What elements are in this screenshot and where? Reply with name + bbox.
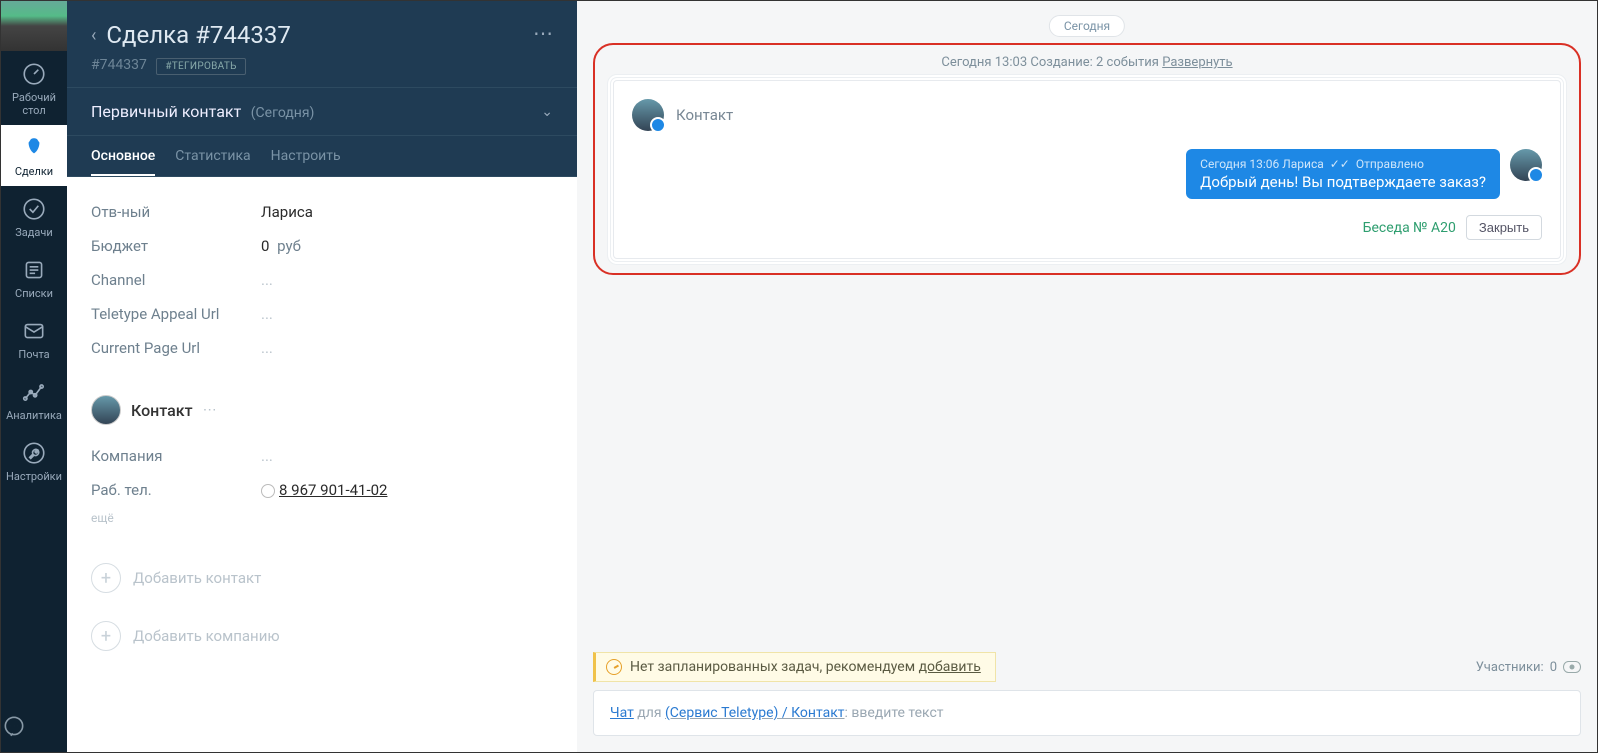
conversation-id[interactable]: Беседа № A20 — [1363, 220, 1456, 236]
composer-chat-link[interactable]: Чат — [610, 705, 634, 721]
nav-label: Настройки — [6, 470, 62, 483]
chat-bubble-icon — [1, 714, 27, 740]
close-button[interactable]: Закрыть — [1466, 215, 1542, 240]
nav-analytics[interactable]: Аналитика — [1, 369, 67, 430]
expand-link[interactable]: Развернуть — [1162, 55, 1232, 70]
participants[interactable]: Участники: 0 — [1476, 660, 1581, 675]
add-task-link[interactable]: добавить — [919, 659, 981, 675]
contact-name[interactable]: Контакт — [131, 401, 193, 420]
nav-label: Сделки — [15, 165, 53, 178]
deal-id: #744337 — [91, 57, 147, 73]
more-fields-link[interactable]: ещё — [91, 511, 553, 525]
nav-mail[interactable]: Почта — [1, 308, 67, 369]
nav-dashboard[interactable]: Рабочий стол — [1, 51, 67, 125]
nav-rail: Рабочий стол Сделки Задачи Списки Почта … — [1, 1, 67, 752]
chat-card: Контакт Сегодня 13:06 Лариса ✓✓ Отправле… — [613, 80, 1561, 259]
field-label-company: Компания — [91, 447, 261, 465]
message-composer[interactable]: Чат для (Сервис Teletype) / Контакт: вве… — [593, 690, 1581, 736]
wrench-icon — [21, 440, 47, 466]
chat-highlight-box: Сегодня 13:03 Создание: 2 события Развер… — [593, 43, 1581, 275]
nav-lists[interactable]: Списки — [1, 247, 67, 308]
outgoing-message: Сегодня 13:06 Лариса ✓✓ Отправлено Добры… — [1186, 149, 1500, 199]
field-label-teletype: Teletype Appeal Url — [91, 305, 261, 323]
message-text: Добрый день! Вы подтверждаете заказ? — [1200, 173, 1486, 191]
stage-label: Первичный контакт — [91, 102, 241, 121]
back-icon[interactable]: ‹ — [91, 25, 96, 46]
nav-label: Аналитика — [6, 409, 62, 422]
nav-deals[interactable]: Сделки — [1, 125, 67, 186]
field-label-channel: Channel — [91, 271, 261, 289]
check-icon — [21, 196, 47, 222]
nav-label: Списки — [15, 287, 53, 300]
no-task-banner: Нет запланированных задач, рекомендуем д… — [593, 652, 996, 682]
avatar[interactable] — [1510, 149, 1542, 181]
tag-button[interactable]: #ТЕГИРОВАТЬ — [156, 58, 245, 75]
field-value-responsible[interactable]: Лариса — [261, 203, 313, 221]
add-company-button[interactable]: + Добавить компанию — [91, 607, 553, 665]
double-check-icon: ✓✓ — [1330, 157, 1350, 171]
nav-label: Почта — [18, 348, 49, 361]
field-value-pageurl[interactable]: ... — [261, 339, 273, 357]
mail-icon — [21, 318, 47, 344]
plus-icon: + — [91, 563, 121, 593]
field-label-pageurl: Current Page Url — [91, 339, 261, 357]
stage-date: (Сегодня) — [251, 105, 315, 121]
more-icon[interactable]: ⋯ — [533, 21, 553, 45]
avatar[interactable] — [632, 99, 664, 131]
user-avatar[interactable] — [1, 1, 67, 51]
list-icon — [21, 257, 47, 283]
detail-tabs: Основное Статистика Настроить — [67, 136, 577, 177]
phone-icon — [261, 484, 275, 498]
incoming-name: Контакт — [676, 106, 733, 124]
field-label-responsible: Отв-ный — [91, 203, 261, 221]
tab-main[interactable]: Основное — [91, 148, 155, 176]
gauge-icon — [21, 61, 47, 87]
add-contact-button[interactable]: + Добавить контакт — [91, 549, 553, 607]
tab-setup[interactable]: Настроить — [271, 148, 341, 176]
incoming-message: Контакт — [632, 99, 1542, 131]
analytics-icon — [21, 379, 47, 405]
nav-settings[interactable]: Настройки — [1, 430, 67, 491]
nav-tasks[interactable]: Задачи — [1, 186, 67, 247]
today-pill: Сегодня — [1049, 15, 1125, 37]
contact-avatar[interactable] — [91, 395, 121, 425]
field-value-phone[interactable]: 8 967 901-41-02 — [261, 481, 387, 499]
field-value-teletype[interactable]: ... — [261, 305, 273, 323]
field-value-company[interactable]: ... — [261, 447, 273, 465]
deals-icon — [21, 135, 47, 161]
field-value-channel[interactable]: ... — [261, 271, 273, 289]
deal-panel: ‹ Сделка #744337 ⋯ #744337 #ТЕГИРОВАТЬ П… — [67, 1, 577, 752]
stage-selector[interactable]: Первичный контакт (Сегодня) ⌄ — [67, 87, 577, 136]
nav-chat[interactable] — [1, 702, 67, 752]
field-label-phone: Раб. тел. — [91, 481, 261, 499]
composer-service-link[interactable]: (Сервис Teletype) / Контакт — [665, 705, 845, 721]
deal-title[interactable]: Сделка #744337 — [106, 21, 290, 49]
nav-label: Рабочий стол — [12, 91, 56, 117]
tab-stats[interactable]: Статистика — [175, 148, 250, 176]
field-label-budget: Бюджет — [91, 237, 261, 255]
plus-icon: + — [91, 621, 121, 651]
event-summary: Сегодня 13:03 Создание: 2 события Развер… — [609, 55, 1565, 70]
contact-more-icon[interactable]: ⋯ — [203, 402, 217, 418]
field-value-budget[interactable]: 0 руб — [261, 237, 301, 255]
activity-feed: Сегодня Сегодня 13:03 Создание: 2 событи… — [577, 1, 1597, 752]
clock-icon — [606, 659, 622, 675]
eye-icon — [1563, 661, 1581, 673]
nav-label: Задачи — [15, 226, 52, 239]
chevron-down-icon: ⌄ — [541, 104, 553, 120]
